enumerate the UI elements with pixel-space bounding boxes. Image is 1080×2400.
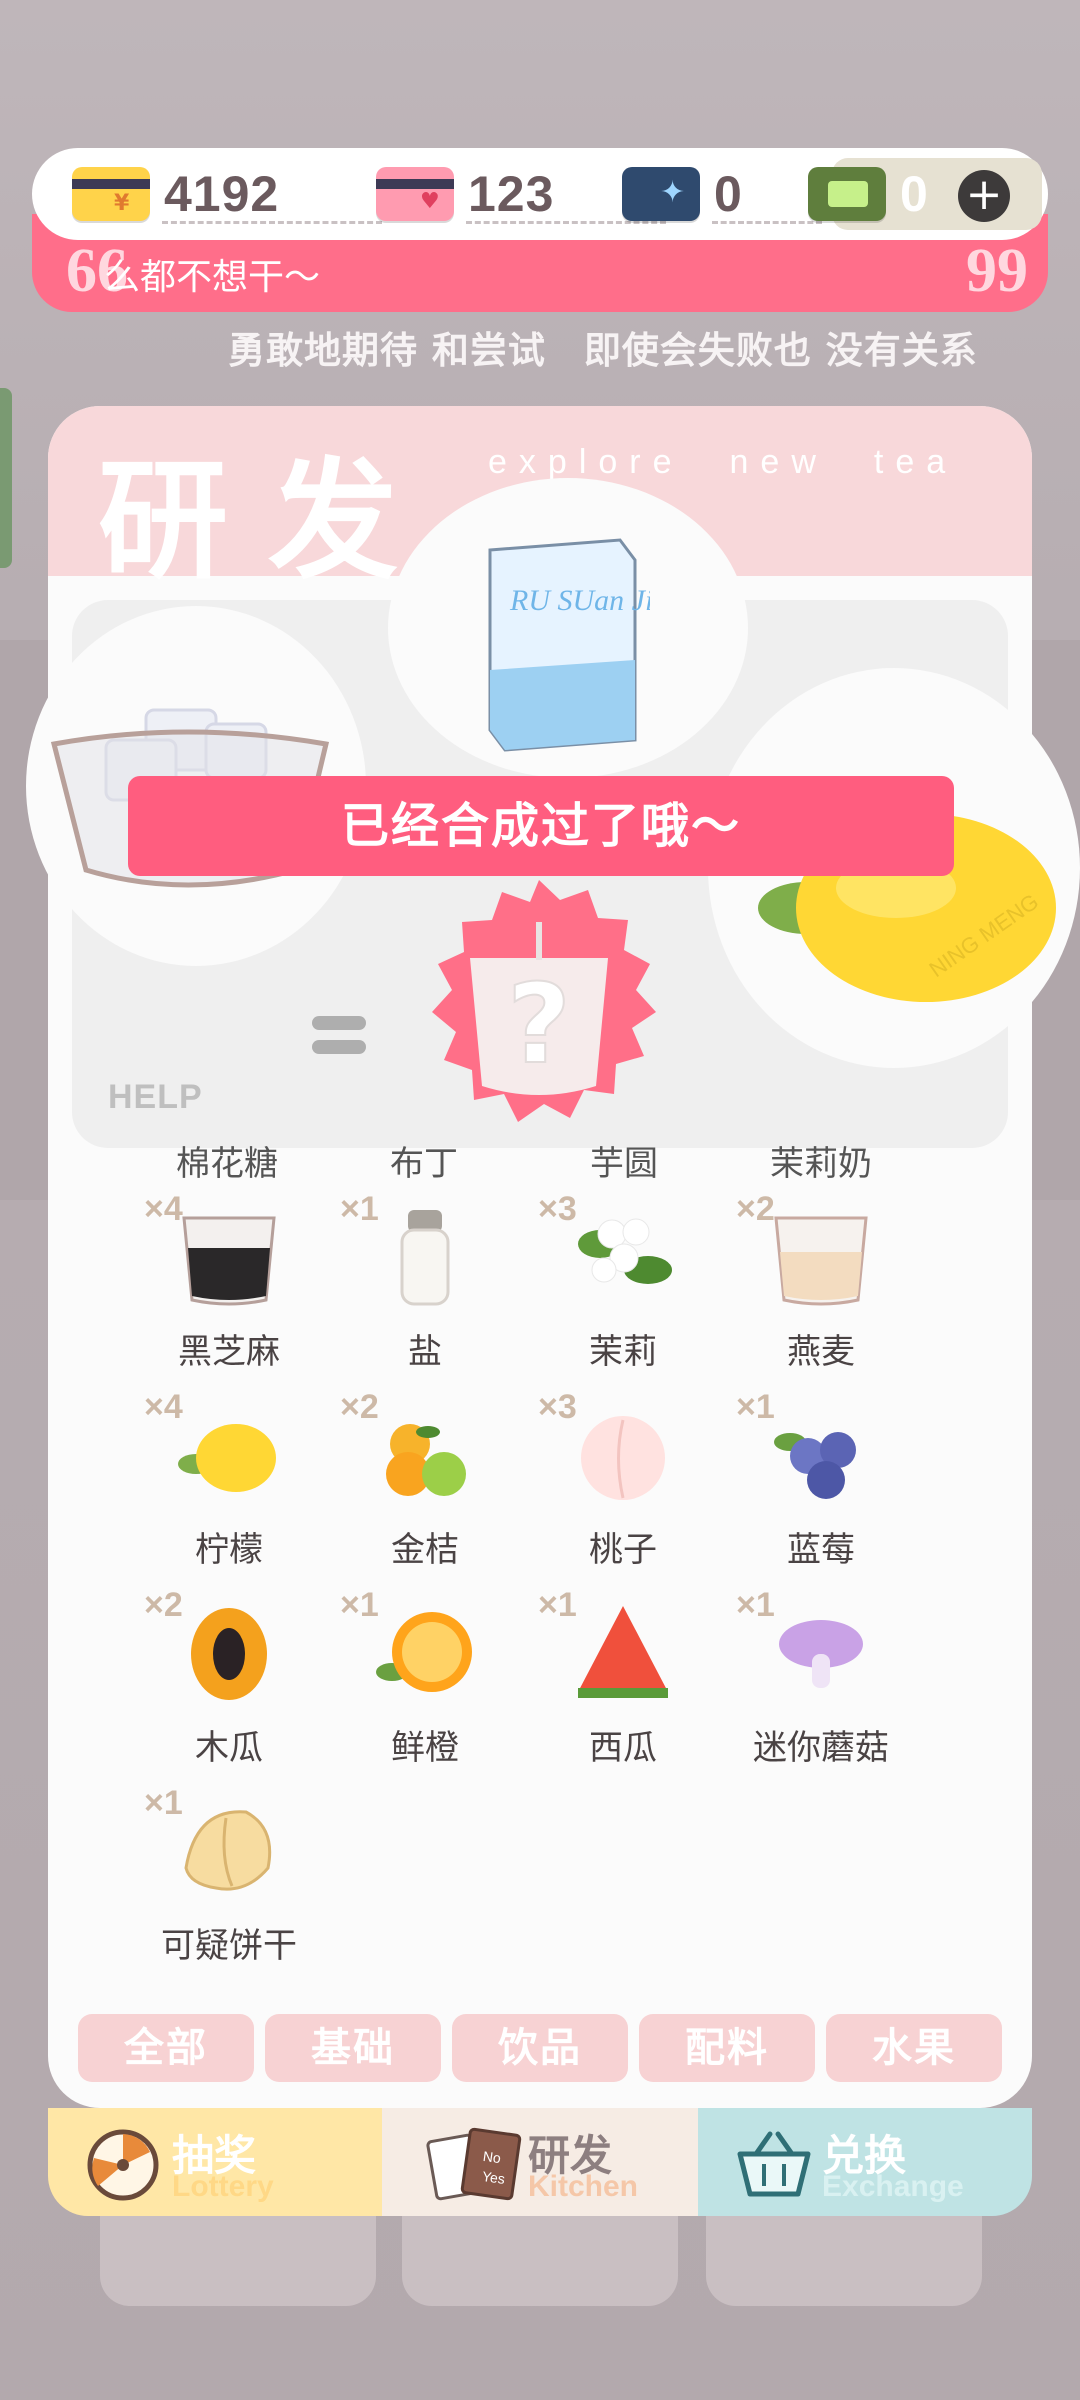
background-button xyxy=(402,2206,678,2306)
item-name: 迷你蘑菇 xyxy=(753,1728,889,1768)
background-button xyxy=(706,2206,982,2306)
carton-label: RU SUan Jin xyxy=(509,584,650,617)
item-name-partial: 布丁 xyxy=(390,1144,458,1184)
watermelon-icon xyxy=(578,1606,668,1698)
black-sesame-icon xyxy=(182,1216,276,1306)
item-name: 蓝莓 xyxy=(787,1530,855,1570)
ingredient-item[interactable]: ×2 金桔 xyxy=(340,1388,500,1576)
tab-exchange-sub: Exchange xyxy=(822,2170,964,2203)
recipe-book-icon: No Yes xyxy=(426,2127,522,2201)
oat-icon xyxy=(774,1216,868,1306)
item-name: 桃子 xyxy=(589,1530,657,1570)
ingredient-item[interactable]: ×1 鲜橙 xyxy=(340,1586,500,1774)
tab-kitchen[interactable]: No Yes 研发 Kitchen xyxy=(382,2108,698,2216)
fortune-cookie-icon xyxy=(184,1810,272,1891)
currency-ticket: ✦ 0 xyxy=(622,158,822,230)
orange-icon xyxy=(376,1612,472,1692)
heart-card-icon: ♥ xyxy=(376,167,454,221)
ingredient-item[interactable]: ×2 木瓜 xyxy=(144,1586,304,1774)
quote-text: 么都不想干～ xyxy=(104,257,321,298)
ingredient-item[interactable]: ×1 西瓜 xyxy=(538,1586,698,1774)
ingredient-item[interactable]: ×1 蓝莓 xyxy=(736,1388,896,1576)
ingredient-item[interactable]: ×1 迷你蘑菇 xyxy=(736,1586,896,1774)
heart-value: 123 xyxy=(468,166,555,222)
item-name: 鲜橙 xyxy=(391,1728,459,1768)
filter-drinks[interactable]: 饮品 xyxy=(452,2014,628,2082)
item-name: 西瓜 xyxy=(589,1728,657,1768)
currency-gold: ¥ 4192 xyxy=(72,158,382,230)
equals-icon xyxy=(312,1016,370,1058)
ingredient-item[interactable]: ×4 柠檬 xyxy=(144,1388,304,1576)
shopping-basket-icon xyxy=(737,2131,811,2197)
mushroom-icon xyxy=(779,1620,863,1688)
ingredient-item[interactable]: ×4 黑芝麻 xyxy=(144,1190,304,1378)
peach-icon xyxy=(581,1416,665,1500)
item-name: 盐 xyxy=(408,1332,442,1372)
lemon-icon xyxy=(178,1424,276,1492)
quote-close-icon: 99 xyxy=(966,237,1028,305)
gold-card-icon: ¥ xyxy=(72,167,150,221)
lottery-wheel-icon xyxy=(87,2129,159,2201)
blueberry-icon xyxy=(774,1432,856,1499)
item-name: 茉莉 xyxy=(589,1332,657,1372)
item-name: 金桔 xyxy=(391,1530,459,1570)
filter-basic[interactable]: 基础 xyxy=(265,2014,441,2082)
item-name-partial: 芋圆 xyxy=(590,1144,658,1184)
item-name-partial: 棉花糖 xyxy=(176,1144,278,1184)
panel-subtitle: explore new tea xyxy=(488,443,958,481)
motto-text: 勇敢地期待 和尝试 即使会失败也 没有关系 xyxy=(228,329,978,372)
svg-text:No: No xyxy=(482,2148,502,2166)
ingredient-item[interactable]: ×2 燕麦 xyxy=(736,1190,896,1378)
filter-toppings[interactable]: 配料 xyxy=(639,2014,815,2082)
filter-fruits[interactable]: 水果 xyxy=(826,2014,1002,2082)
tab-lottery-sub: Lottery xyxy=(172,2170,274,2203)
currency-bar: ¥ 4192 ♥ 123 ✦ 0 0 xyxy=(32,148,1048,240)
filter-all[interactable]: 全部 xyxy=(78,2014,254,2082)
help-button[interactable]: HELP xyxy=(108,1078,203,1117)
item-name: 可疑饼干 xyxy=(161,1926,297,1966)
item-name: 燕麦 xyxy=(787,1332,855,1372)
ticket-value: 0 xyxy=(714,166,743,222)
tab-lottery[interactable]: 抽奖 Lottery xyxy=(48,2108,382,2216)
ingredient-item[interactable]: ×3 桃子 xyxy=(538,1388,698,1576)
salt-icon xyxy=(400,1210,450,1306)
category-filters: 全部 基础 饮品 配料 水果 xyxy=(78,2014,1004,2082)
svg-text:Yes: Yes xyxy=(481,2168,506,2187)
background-button xyxy=(100,2206,376,2306)
ingredient-item[interactable]: ×1 可疑饼干 xyxy=(144,1784,304,1972)
panel-title: 研发 xyxy=(98,445,439,597)
result-unknown-badge-icon: ? xyxy=(432,880,656,1122)
ingredient-item[interactable]: ×3 茉莉 xyxy=(538,1190,698,1378)
tab-kitchen-sub: Kitchen xyxy=(528,2170,639,2203)
side-tab-handle[interactable] xyxy=(0,388,12,568)
currency-cash: 0 xyxy=(808,158,929,230)
cash-value: 0 xyxy=(900,166,929,222)
gold-value: 4192 xyxy=(164,166,280,222)
cash-icon xyxy=(808,167,886,221)
currency-heart: ♥ 123 xyxy=(376,158,666,230)
kumquat-icon xyxy=(386,1424,466,1496)
milk-drink-carton-icon: RU SUan Jin xyxy=(488,538,650,752)
jasmine-icon xyxy=(578,1218,672,1284)
result-badge-text: ? xyxy=(507,960,571,1088)
ingredient-item[interactable]: ×1 盐 xyxy=(340,1190,500,1378)
tab-exchange[interactable]: 兑换 Exchange xyxy=(698,2108,1032,2216)
item-name-partial: 茉莉奶 xyxy=(770,1144,872,1184)
papaya-icon xyxy=(191,1608,267,1700)
add-currency-button[interactable]: + xyxy=(958,170,1010,222)
ticket-icon: ✦ xyxy=(622,167,700,221)
toast-message: 已经合成过了哦～ xyxy=(128,776,954,876)
